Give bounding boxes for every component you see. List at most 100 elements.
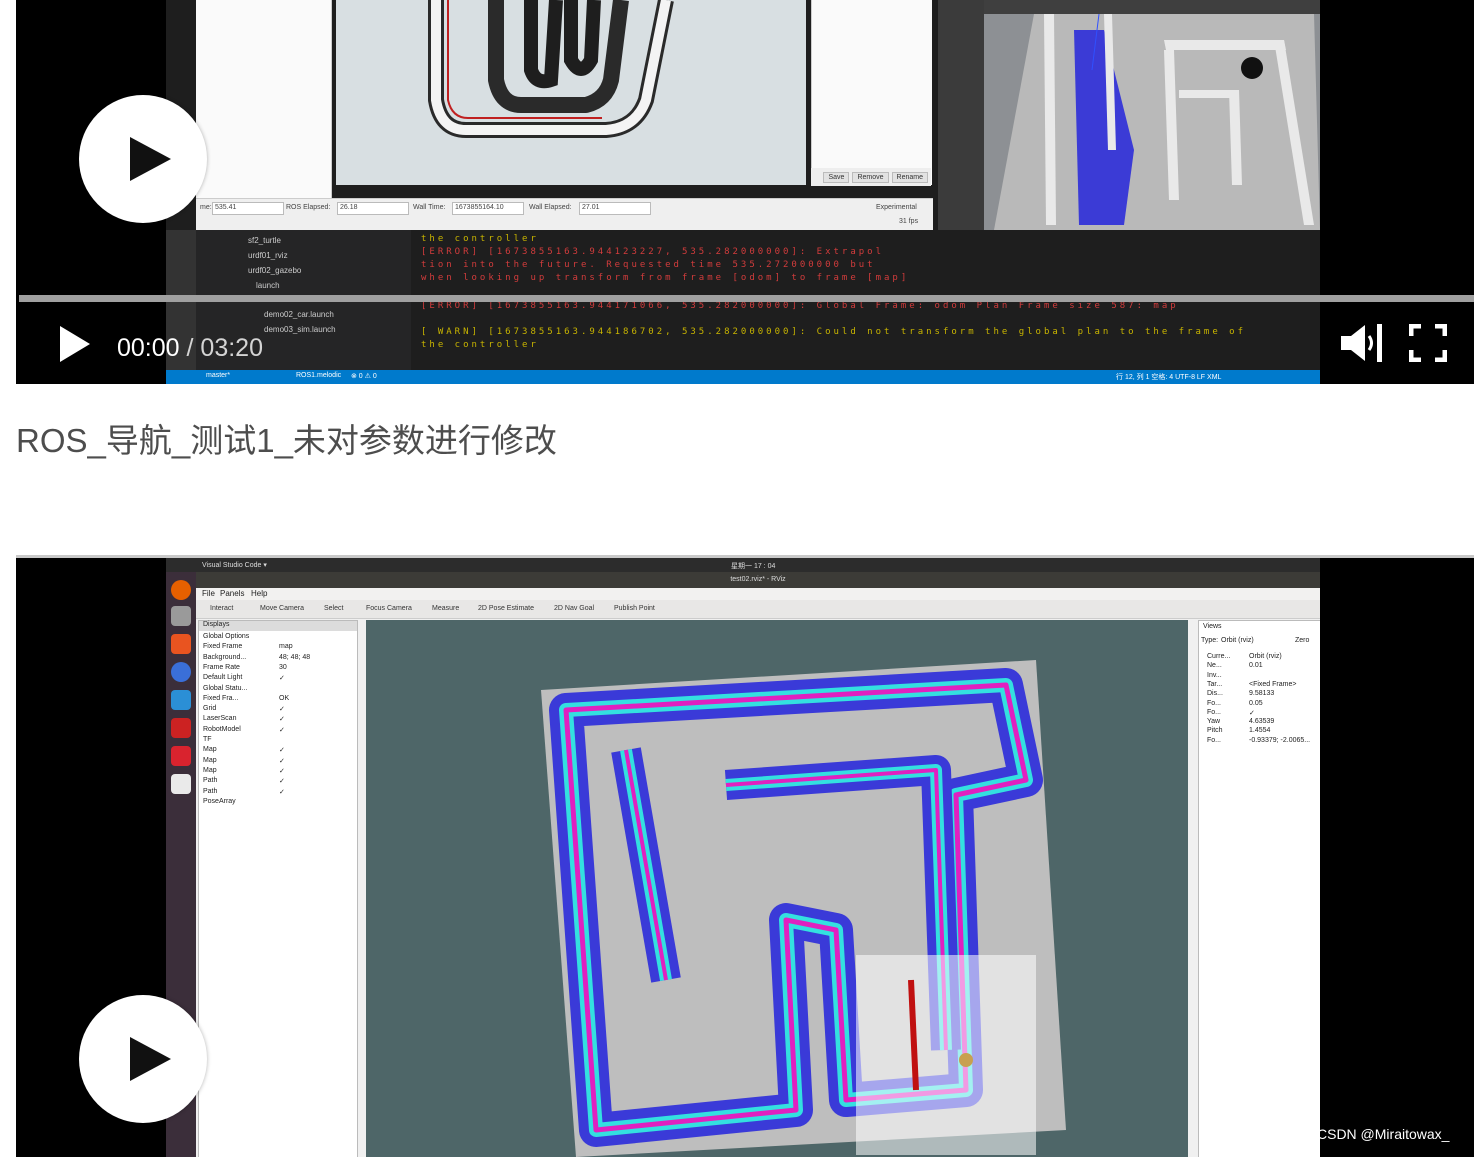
view-prop-value[interactable]: 0.01 bbox=[1249, 662, 1263, 669]
active-app[interactable]: Visual Studio Code ▾ bbox=[202, 561, 267, 569]
display-item-value[interactable]: 30 bbox=[279, 664, 287, 671]
display-item-name[interactable]: LaserScan bbox=[203, 715, 236, 722]
editor-status[interactable]: 行 12, 列 1 空格: 4 UTF-8 LF XML bbox=[1116, 372, 1221, 382]
explorer-item[interactable]: launch bbox=[256, 281, 280, 290]
view-prop-name[interactable]: Fo... bbox=[1207, 737, 1221, 744]
views-type-select[interactable]: Orbit (rviz) bbox=[1221, 637, 1254, 644]
display-item-name[interactable]: Map bbox=[203, 757, 217, 764]
explorer-item[interactable]: urdf01_rviz bbox=[248, 251, 288, 260]
display-item-value[interactable]: ✓ bbox=[279, 757, 285, 765]
display-item-name[interactable]: Fixed Frame bbox=[203, 643, 242, 650]
clock[interactable]: 星期一 17 : 04 bbox=[731, 561, 775, 571]
view-prop-value[interactable]: ✓ bbox=[1249, 709, 1255, 717]
video-player-1[interactable]: Save Remove Rename me: 535.41 ROS Elapse… bbox=[16, 0, 1474, 384]
explorer-item[interactable]: sf2_turtle bbox=[248, 236, 281, 245]
explorer-item[interactable]: demo03_sim.launch bbox=[264, 325, 336, 334]
menu-file[interactable]: File bbox=[202, 589, 215, 598]
tool-focus-camera[interactable]: Focus Camera bbox=[366, 605, 412, 612]
wall-time-field[interactable]: 1673855164.10 bbox=[452, 202, 524, 215]
view-prop-name[interactable]: Yaw bbox=[1207, 718, 1220, 725]
view-prop-value[interactable]: 4.63539 bbox=[1249, 718, 1274, 725]
ros-env[interactable]: ROS1.melodic bbox=[296, 372, 341, 379]
help-icon[interactable] bbox=[171, 662, 191, 682]
problem-counts[interactable]: ⊗ 0 ⚠ 0 bbox=[351, 372, 377, 380]
view-prop-value[interactable]: 0.05 bbox=[1249, 700, 1263, 707]
ros-time-field[interactable]: 535.41 bbox=[212, 202, 284, 215]
tool-publish-point[interactable]: Publish Point bbox=[614, 605, 655, 612]
display-item-value[interactable]: ✓ bbox=[279, 726, 285, 734]
display-item-name[interactable]: Frame Rate bbox=[203, 664, 240, 671]
wall-elapsed-field[interactable]: 27.01 bbox=[579, 202, 651, 215]
display-item-name[interactable]: Default Light bbox=[203, 674, 242, 681]
firefox-icon[interactable] bbox=[171, 580, 191, 600]
view-prop-value[interactable]: 9.58133 bbox=[1249, 690, 1274, 697]
terminal-icon[interactable] bbox=[171, 718, 191, 738]
tool-2d-pose-estimate[interactable]: 2D Pose Estimate bbox=[478, 605, 534, 612]
view-prop-name[interactable]: Curre... bbox=[1207, 653, 1230, 660]
display-item-value[interactable]: ✓ bbox=[279, 777, 285, 785]
display-item-name[interactable]: PoseArray bbox=[203, 798, 236, 805]
display-item-value[interactable]: OK bbox=[279, 695, 289, 702]
display-item-value[interactable]: ✓ bbox=[279, 705, 285, 713]
view-prop-name[interactable]: Fo... bbox=[1207, 709, 1221, 716]
view-prop-value[interactable]: Orbit (rviz) bbox=[1249, 653, 1282, 660]
rviz-3d-viewport[interactable] bbox=[366, 620, 1188, 1157]
views-zero-button[interactable]: Zero bbox=[1295, 637, 1309, 644]
display-item-name[interactable]: RobotModel bbox=[203, 726, 241, 733]
files-icon[interactable] bbox=[171, 606, 191, 626]
display-item-name[interactable]: Background... bbox=[203, 654, 246, 661]
display-item-name[interactable]: Map bbox=[203, 767, 217, 774]
video-player-2[interactable]: Visual Studio Code ▾ 星期一 17 : 04 test02.… bbox=[16, 555, 1474, 1157]
display-item-value[interactable]: ✓ bbox=[279, 767, 285, 775]
tool-measure[interactable]: Measure bbox=[432, 605, 459, 612]
explorer-item[interactable]: urdf02_gazebo bbox=[248, 266, 301, 275]
git-branch[interactable]: master* bbox=[206, 372, 230, 379]
display-item-value[interactable]: 48; 48; 48 bbox=[279, 654, 310, 661]
video-title[interactable]: ROS_导航_测试1_未对参数进行修改 bbox=[16, 414, 557, 462]
fullscreen-button[interactable] bbox=[1408, 323, 1448, 363]
rviz-save-button[interactable]: Save bbox=[823, 171, 850, 183]
rviz-remove-button[interactable]: Remove bbox=[852, 171, 889, 183]
view-prop-value[interactable]: 1.4554 bbox=[1249, 727, 1270, 734]
menu-help[interactable]: Help bbox=[251, 589, 267, 598]
tool-select[interactable]: Select bbox=[324, 605, 343, 612]
rviz-rename-button[interactable]: Rename bbox=[891, 171, 928, 183]
view-prop-value[interactable]: <Fixed Frame> bbox=[1249, 681, 1296, 688]
menu-panels[interactable]: Panels bbox=[220, 589, 244, 598]
display-item-value[interactable]: ✓ bbox=[279, 788, 285, 796]
play-button[interactable] bbox=[58, 325, 92, 363]
progress-bar[interactable] bbox=[19, 295, 1474, 302]
software-icon[interactable] bbox=[171, 634, 191, 654]
display-item-name[interactable]: Grid bbox=[203, 705, 216, 712]
display-item-name[interactable]: Path bbox=[203, 788, 217, 795]
display-item-name[interactable]: TF bbox=[203, 736, 212, 743]
tool-2d-nav-goal[interactable]: 2D Nav Goal bbox=[554, 605, 594, 612]
view-prop-name[interactable]: Dis... bbox=[1207, 690, 1223, 697]
ros-elapsed-field[interactable]: 26.18 bbox=[337, 202, 409, 215]
volume-button[interactable] bbox=[1339, 322, 1385, 364]
view-prop-name[interactable]: Fo... bbox=[1207, 700, 1221, 707]
display-item-value[interactable]: ✓ bbox=[279, 715, 285, 723]
display-item-value[interactable]: ✓ bbox=[279, 674, 285, 682]
view-prop-value[interactable]: -0.93379; -2.0065... bbox=[1249, 737, 1310, 744]
display-item-name[interactable]: Fixed Fra... bbox=[203, 695, 238, 702]
apps-icon[interactable] bbox=[171, 774, 191, 794]
view-prop-name[interactable]: Tar... bbox=[1207, 681, 1222, 688]
play-icon bbox=[130, 137, 171, 181]
display-item-name[interactable]: Path bbox=[203, 777, 217, 784]
wps-icon[interactable] bbox=[171, 746, 191, 766]
vscode-icon[interactable] bbox=[171, 690, 191, 710]
explorer-item[interactable]: demo02_car.launch bbox=[264, 310, 334, 319]
display-item-name[interactable]: Global Statu... bbox=[203, 685, 247, 692]
view-prop-name[interactable]: Inv... bbox=[1207, 672, 1222, 679]
display-item-value[interactable]: map bbox=[279, 643, 293, 650]
view-prop-name[interactable]: Pitch bbox=[1207, 727, 1223, 734]
view-prop-name[interactable]: Ne... bbox=[1207, 662, 1222, 669]
big-play-button[interactable] bbox=[79, 995, 207, 1123]
display-item-value[interactable]: ✓ bbox=[279, 746, 285, 754]
display-item-name[interactable]: Map bbox=[203, 746, 217, 753]
display-item-name[interactable]: Global Options bbox=[203, 633, 249, 640]
big-play-button[interactable] bbox=[79, 95, 207, 223]
tool-move-camera[interactable]: Move Camera bbox=[260, 605, 304, 612]
tool-interact[interactable]: Interact bbox=[210, 605, 233, 612]
